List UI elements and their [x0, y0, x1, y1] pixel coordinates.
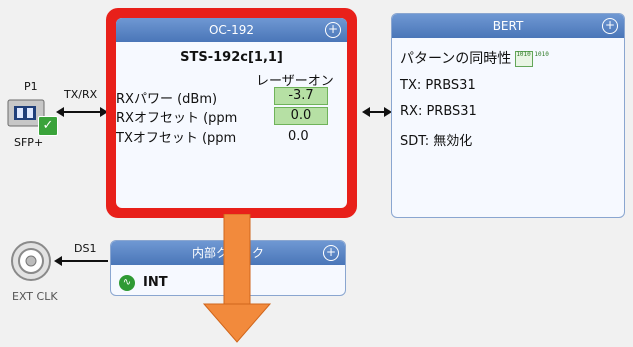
tx-offset-value: 0.0: [288, 129, 309, 144]
bert-rx: RX: PRBS31: [400, 104, 477, 119]
rx-power-value: -3.7: [274, 87, 328, 105]
oc192-title: OC-192: [208, 23, 255, 37]
tx-offset-label: TXオフセット (ppm: [116, 131, 237, 146]
rx-offset-value: 0.0: [274, 107, 328, 125]
pattern-sync-icon: 1010 1010: [515, 51, 549, 67]
oc192-highlight-frame: OC-192 + STS-192c[1,1] レーザーオン RXパワー (dBm…: [106, 8, 357, 218]
rx-power-label: RXパワー (dBm): [116, 92, 218, 107]
arrow-left-icon: [362, 107, 370, 117]
port-type: SFP+: [14, 136, 44, 149]
oc192-path: STS-192c[1,1]: [180, 50, 283, 65]
arrow-left-icon: [56, 107, 64, 117]
rx-offset-label: RXオフセット (ppm: [116, 111, 238, 126]
bert-card-header[interactable]: BERT +: [392, 14, 624, 38]
bert-card[interactable]: BERT + パターンの同時性 1010 1010 TX: PRBS31 RX: …: [391, 13, 625, 218]
expand-plus-icon[interactable]: +: [323, 245, 339, 261]
port-active-check-icon: ✓: [38, 116, 58, 136]
oc192-card-header[interactable]: OC-192 +: [116, 18, 347, 42]
bert-tx: TX: PRBS31: [400, 78, 476, 93]
ds1-label: DS1: [74, 242, 97, 255]
pattern-sync-row: パターンの同時性 1010 1010: [400, 48, 549, 68]
ext-clk-label: EXT CLK: [12, 290, 58, 303]
arrow-left-icon: [54, 256, 62, 266]
bnc-connector-icon[interactable]: [10, 240, 52, 282]
bert-sdt: SDT: 無効化: [400, 134, 473, 149]
orange-down-arrow: [202, 213, 272, 343]
port-link-line: [60, 111, 102, 113]
clock-link-line: [58, 260, 108, 262]
expand-plus-icon[interactable]: +: [325, 22, 341, 38]
oc192-card[interactable]: OC-192 + STS-192c[1,1] レーザーオン RXパワー (dBm…: [116, 18, 347, 208]
pattern-sync-label: パターンの同時性: [400, 51, 512, 67]
port-name: P1: [24, 80, 38, 93]
expand-plus-icon[interactable]: +: [602, 18, 618, 34]
clock-source: INT: [143, 275, 168, 290]
link-label: TX/RX: [64, 88, 98, 101]
bert-title: BERT: [492, 19, 524, 33]
clock-source-icon: ∿: [119, 275, 135, 291]
